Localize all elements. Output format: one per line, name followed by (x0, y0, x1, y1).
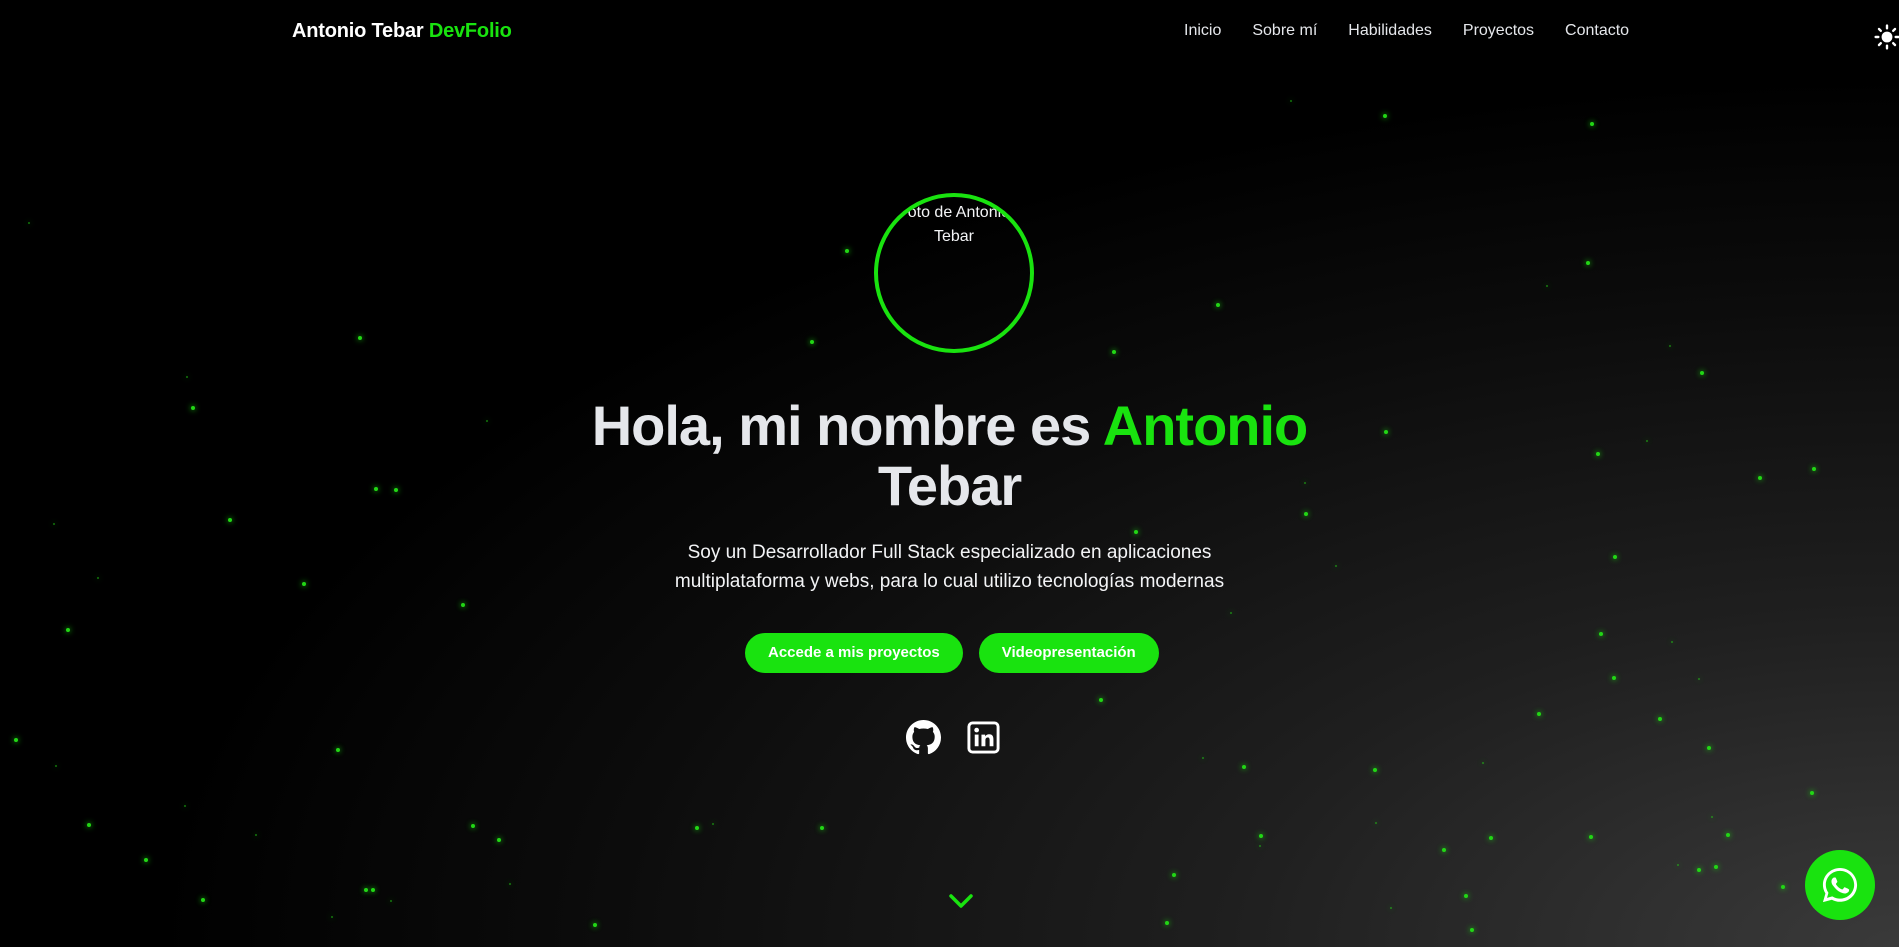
nav-link-habilidades[interactable]: Habilidades (1348, 22, 1432, 40)
hero-title-accent: Antonio (1102, 394, 1308, 457)
hero-subtitle: Soy un Desarrollador Full Stack especial… (0, 538, 1899, 596)
hero-title-line-1: Hola, mi nombre es Antonio (0, 396, 1899, 456)
nav-link-contacto[interactable]: Contacto (1565, 22, 1629, 40)
hero-title-suffix: Tebar (877, 454, 1022, 517)
cta-row: Accede a mis proyectos Videopresentación (745, 633, 1159, 673)
hero-title: Hola, mi nombre es Antonio Tebar (0, 396, 1899, 516)
hero-section: Foto de Antonio Tebar Hola, mi nombre es… (0, 0, 1899, 947)
whatsapp-button[interactable] (1805, 850, 1875, 920)
whatsapp-icon (1822, 867, 1858, 903)
nav-link-sobre-mi[interactable]: Sobre mí (1252, 22, 1317, 40)
sun-icon[interactable] (1874, 24, 1899, 50)
portfolio-page: Antonio Tebar DevFolio Inicio Sobre mí H… (0, 0, 1899, 947)
hero-subtitle-line-2: multiplataforma y webs, para lo cual uti… (674, 571, 1225, 592)
hero-subtitle-line-1: Soy un Desarrollador Full Stack especial… (687, 542, 1212, 563)
projects-button[interactable]: Accede a mis proyectos (745, 633, 963, 673)
brand-logo[interactable]: Antonio Tebar DevFolio (292, 20, 512, 43)
nav-links: Inicio Sobre mí Habilidades Proyectos Co… (1184, 22, 1660, 40)
video-presentation-button[interactable]: Videopresentación (978, 633, 1159, 673)
linkedin-icon[interactable] (966, 720, 1001, 755)
avatar-alt-text: Foto de Antonio Tebar (897, 204, 1011, 245)
chevron-down-icon[interactable] (946, 890, 976, 912)
navbar: Antonio Tebar DevFolio Inicio Sobre mí H… (0, 0, 1899, 66)
brand-name: Antonio Tebar (292, 20, 424, 42)
social-links (906, 720, 1001, 755)
avatar: Foto de Antonio Tebar (874, 193, 1034, 353)
hero-title-prefix: Hola, mi nombre es (591, 394, 1092, 457)
nav-link-inicio[interactable]: Inicio (1184, 22, 1221, 40)
nav-link-proyectos[interactable]: Proyectos (1463, 22, 1534, 40)
brand-accent: DevFolio (428, 20, 512, 42)
github-icon[interactable] (906, 720, 941, 755)
